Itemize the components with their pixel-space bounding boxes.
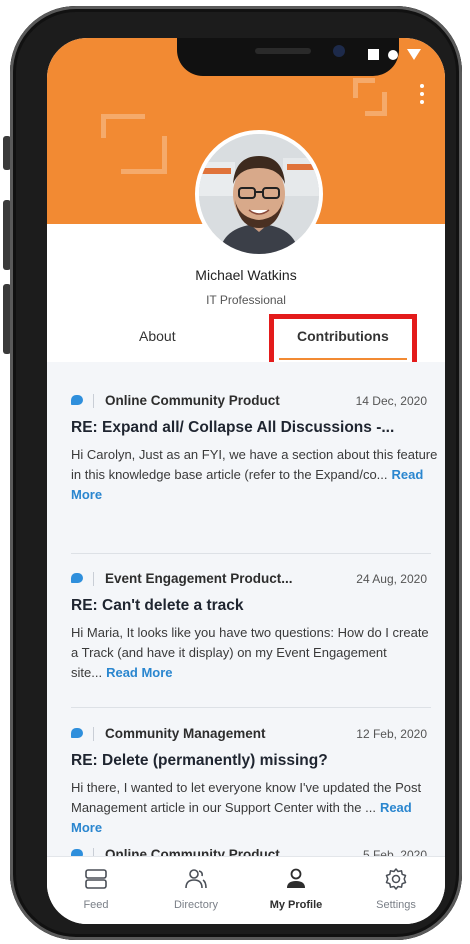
directory-icon: [185, 869, 207, 889]
post-meta: Online Community Product 14 Dec, 2020: [71, 392, 431, 410]
status-triangle-icon: [407, 49, 421, 60]
status-bar: [368, 49, 421, 60]
bottom-navigation: Feed Directory My Profile Settings: [47, 856, 445, 924]
decorative-bracket: [365, 92, 387, 116]
post-meta: Online Community Product 5 Feb, 2020: [71, 846, 431, 856]
post-category: Online Community Product: [105, 393, 280, 408]
feed-icon: [85, 869, 107, 889]
divider: [93, 394, 94, 408]
phone-frame: Michael Watkins IT Professional About Co…: [10, 6, 462, 940]
profile-name: Michael Watkins: [195, 267, 297, 283]
post-category: Community Management: [105, 726, 266, 741]
avatar-photo: [199, 134, 319, 254]
divider: [71, 707, 431, 708]
post-date: 5 Feb, 2020: [362, 848, 427, 856]
nav-my-profile[interactable]: My Profile: [251, 857, 341, 917]
divider: [93, 572, 94, 586]
divider: [71, 553, 431, 554]
post-excerpt: Hi Carolyn, Just as an FYI, we have a se…: [71, 445, 439, 505]
nav-label: Feed: [83, 899, 109, 911]
phone-notch: [177, 38, 399, 76]
comment-bubble-icon: [71, 395, 83, 405]
decorative-bracket: [101, 114, 145, 138]
post-date: 24 Aug, 2020: [356, 572, 427, 586]
nav-label: Settings: [376, 899, 416, 911]
status-square-icon: [368, 49, 379, 60]
post-meta: Event Engagement Product... 24 Aug, 2020: [71, 570, 431, 588]
post-title[interactable]: RE: Delete (permanently) missing?: [71, 752, 439, 770]
comment-bubble-icon: [71, 573, 83, 583]
contributions-list[interactable]: Online Community Product 14 Dec, 2020 RE…: [47, 362, 445, 856]
more-options-icon[interactable]: [419, 84, 425, 104]
divider: [93, 727, 94, 741]
avatar[interactable]: [195, 130, 323, 258]
camera-icon: [333, 45, 345, 57]
nav-label: Directory: [173, 899, 218, 911]
post-excerpt: Hi Maria, It looks like you have two que…: [71, 623, 439, 683]
post-category: Online Community Product: [105, 847, 280, 856]
post-title[interactable]: RE: Can't delete a track: [71, 597, 439, 615]
post-body-text: Hi there, I wanted to let everyone know …: [71, 780, 422, 815]
nav-feed[interactable]: Feed: [51, 857, 141, 917]
divider: [93, 848, 94, 856]
post-title[interactable]: RE: Expand all/ Collapse All Discussions…: [71, 419, 439, 437]
comment-bubble-icon: [71, 728, 83, 738]
comment-bubble-icon: [71, 849, 83, 856]
profile-icon: [287, 868, 305, 888]
post-excerpt: Hi there, I wanted to let everyone know …: [71, 778, 439, 838]
nav-settings[interactable]: Settings: [351, 857, 441, 917]
nav-label: My Profile: [269, 899, 323, 911]
read-more-link[interactable]: Read More: [106, 665, 172, 680]
decorative-bracket: [121, 136, 167, 174]
nav-directory[interactable]: Directory: [151, 857, 241, 917]
status-circle-icon: [388, 49, 398, 60]
speaker-grille: [255, 48, 311, 54]
post-date: 14 Dec, 2020: [355, 394, 427, 408]
settings-icon: [385, 868, 407, 890]
profile-title: IT Professional: [206, 293, 286, 307]
post-date: 12 Feb, 2020: [356, 727, 427, 741]
tab-about[interactable]: About: [139, 328, 176, 344]
post-category: Event Engagement Product...: [105, 571, 293, 586]
post-body-text: Hi Carolyn, Just as an FYI, we have a se…: [71, 447, 438, 482]
app-screen: Michael Watkins IT Professional About Co…: [47, 38, 445, 924]
post-meta: Community Management 12 Feb, 2020: [71, 725, 431, 743]
